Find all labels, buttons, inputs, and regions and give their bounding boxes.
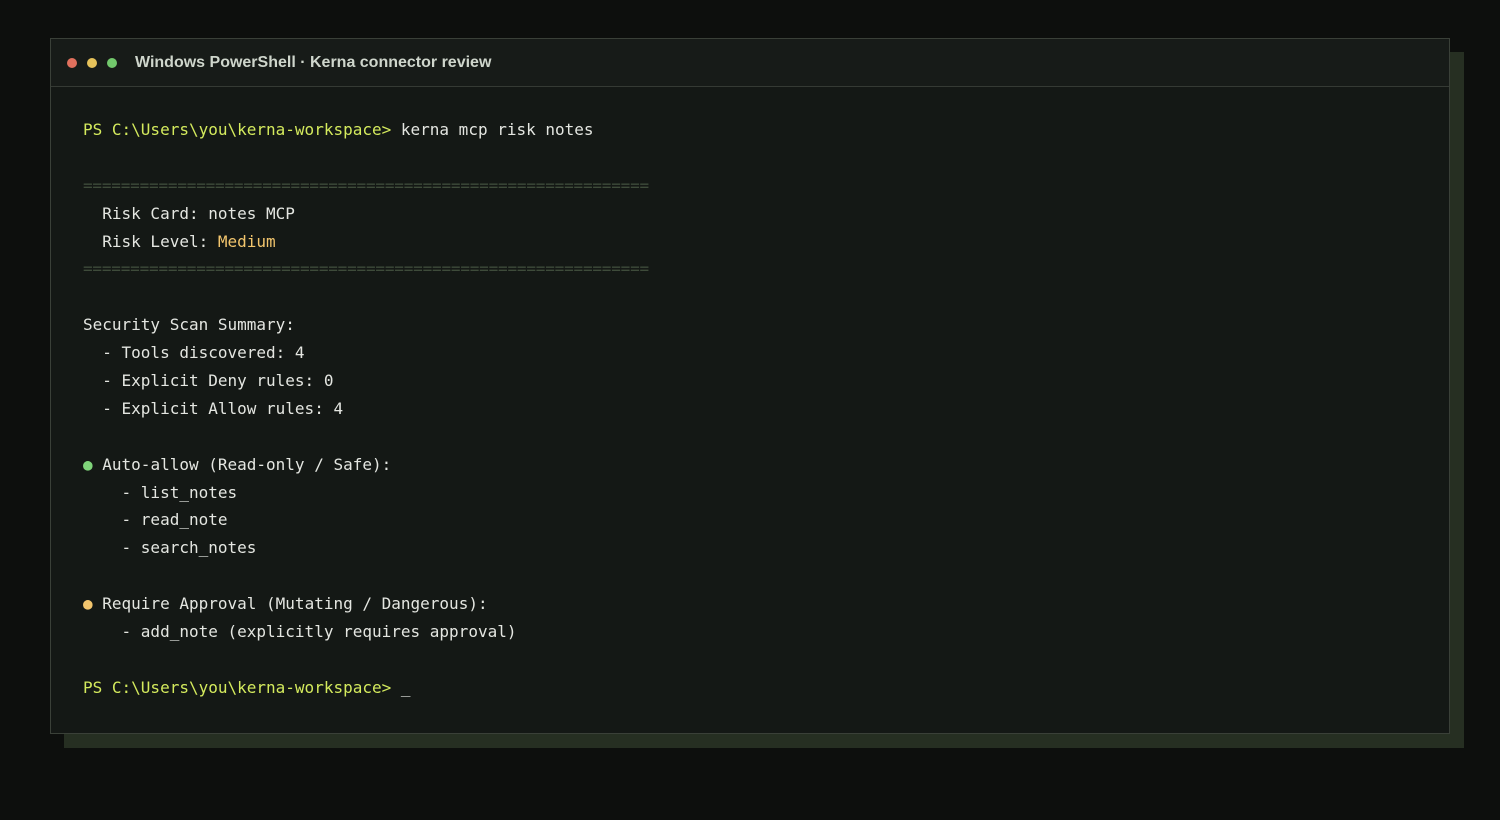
risk-level-line: Risk Level: Medium (83, 228, 1449, 256)
auto-allow-label: Auto-allow (Read-only / Safe): (92, 454, 392, 474)
prompt: PS C:\Users\you\kerna-workspace> (83, 120, 392, 139)
window-title: Windows PowerShell · Kerna connector rev… (135, 53, 492, 71)
separator-rule: ========================================… (83, 259, 649, 279)
minimize-button[interactable] (87, 57, 97, 68)
summary-item: - Explicit Deny rules: 0 (83, 371, 334, 391)
maximize-button[interactable] (107, 57, 117, 68)
amber-bullet-icon: ● (83, 594, 93, 614)
command-text: kerna mcp risk notes (391, 120, 594, 139)
require-approval-heading: ● Require Approval (Mutating / Dangerous… (83, 590, 1449, 618)
command-line: PS C:\Users\you\kerna-workspace> kerna m… (83, 116, 1449, 144)
require-approval-label: Require Approval (Mutating / Dangerous): (92, 594, 488, 614)
auto-allow-item: - search_notes (83, 538, 257, 558)
cursor[interactable]: _ (391, 678, 411, 697)
powershell-window: Windows PowerShell · Kerna connector rev… (50, 38, 1450, 734)
risk-level-label: Risk Level: (83, 231, 218, 251)
close-button[interactable] (67, 57, 77, 68)
risk-card-line: Risk Card: notes MCP (83, 203, 295, 223)
separator-rule: ========================================… (83, 175, 649, 195)
title-bar[interactable]: Windows PowerShell · Kerna connector rev… (51, 39, 1449, 87)
terminal-output[interactable]: PS C:\Users\you\kerna-workspace> kerna m… (51, 87, 1449, 702)
summary-item: - Explicit Allow rules: 4 (83, 398, 344, 418)
auto-allow-heading: ● Auto-allow (Read-only / Safe): (83, 451, 1449, 479)
active-prompt-line[interactable]: PS C:\Users\you\kerna-workspace> _ (83, 674, 1449, 702)
green-bullet-icon: ● (83, 454, 93, 474)
prompt: PS C:\Users\you\kerna-workspace> (83, 677, 392, 697)
require-approval-item: - add_note (explicitly requires approval… (83, 622, 517, 642)
auto-allow-item: - read_note (83, 510, 228, 530)
summary-heading: Security Scan Summary: (83, 315, 295, 335)
summary-item: - Tools discovered: 4 (83, 343, 305, 363)
auto-allow-item: - list_notes (83, 482, 238, 502)
risk-level-value: Medium (217, 231, 276, 251)
